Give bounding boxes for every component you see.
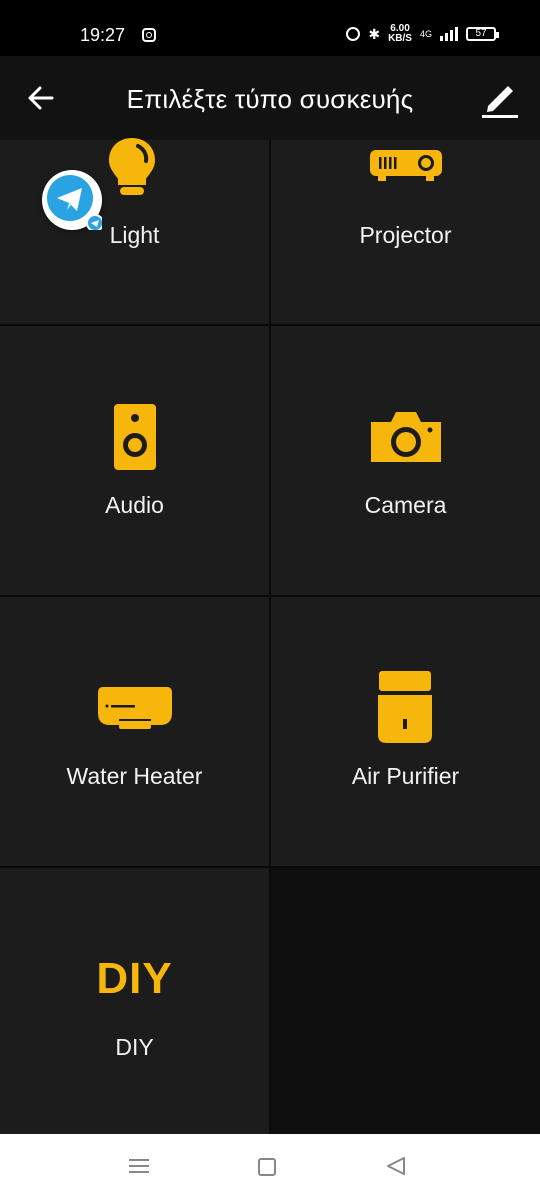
alarm-icon xyxy=(346,27,361,41)
pencil-icon xyxy=(482,86,518,118)
device-label-water-heater: Water Heater xyxy=(66,763,203,789)
device-label-audio: Audio xyxy=(105,492,164,518)
status-icons: ✱ 6.00 KB/S 4G 57 xyxy=(346,24,499,44)
status-time: 19:27 xyxy=(80,25,126,45)
square-icon xyxy=(258,1158,276,1176)
signal-icon xyxy=(440,27,458,41)
edit-button[interactable] xyxy=(480,76,520,120)
speaker-icon xyxy=(114,404,156,470)
device-tile-diy[interactable]: DIY DIY xyxy=(0,868,269,1138)
page-title: Επιλέξτε τύπο συσκευής xyxy=(126,84,414,114)
menu-lines-icon xyxy=(129,1159,149,1173)
system-nav-bar xyxy=(0,1134,540,1200)
device-tile-light[interactable]: Light xyxy=(0,138,269,324)
device-type-grid: Light Projector Audio Camera Water Heate… xyxy=(0,138,540,1138)
device-tile-camera[interactable]: Camera xyxy=(271,326,540,595)
diy-icon: DIY xyxy=(96,954,173,1003)
instagram-icon xyxy=(142,28,156,42)
battery-level: 57 xyxy=(475,28,487,39)
home-button[interactable] xyxy=(256,1154,278,1183)
device-tile-water-heater[interactable]: Water Heater xyxy=(0,597,269,866)
device-label-diy: DIY xyxy=(115,1034,154,1060)
app-bar: Επιλέξτε τύπο συσκευής xyxy=(0,56,540,140)
network-speed-unit: KB/S xyxy=(388,33,412,44)
device-tile-air-purifier[interactable]: Air Purifier xyxy=(271,597,540,866)
battery-icon: 57 xyxy=(466,27,499,41)
lightbulb-icon xyxy=(109,138,155,195)
device-label-camera: Camera xyxy=(364,492,447,518)
network-speed: 6.00 KB/S xyxy=(388,24,412,44)
bluetooth-icon: ✱ xyxy=(368,25,381,42)
telegram-floating-bubble[interactable] xyxy=(42,170,104,232)
device-tile-projector[interactable]: Projector xyxy=(271,140,540,324)
status-bar: 19:27 ✱ 6.00 KB/S 4G 57 xyxy=(0,0,540,56)
network-type: 4G xyxy=(419,28,432,39)
water-heater-icon xyxy=(98,687,172,729)
device-tile-audio[interactable]: Audio xyxy=(0,326,269,595)
projector-icon xyxy=(370,150,442,181)
empty-cell xyxy=(271,868,540,1138)
camera-icon xyxy=(371,412,441,462)
device-label-air-purifier: Air Purifier xyxy=(351,763,460,789)
device-label-light: Light xyxy=(109,222,160,248)
telegram-icon xyxy=(47,175,104,232)
recent-apps-button[interactable] xyxy=(128,1154,150,1183)
back-nav-button[interactable] xyxy=(384,1154,408,1183)
triangle-back-icon xyxy=(387,1157,405,1175)
air-purifier-icon xyxy=(378,671,432,743)
device-label-projector: Projector xyxy=(359,222,452,248)
